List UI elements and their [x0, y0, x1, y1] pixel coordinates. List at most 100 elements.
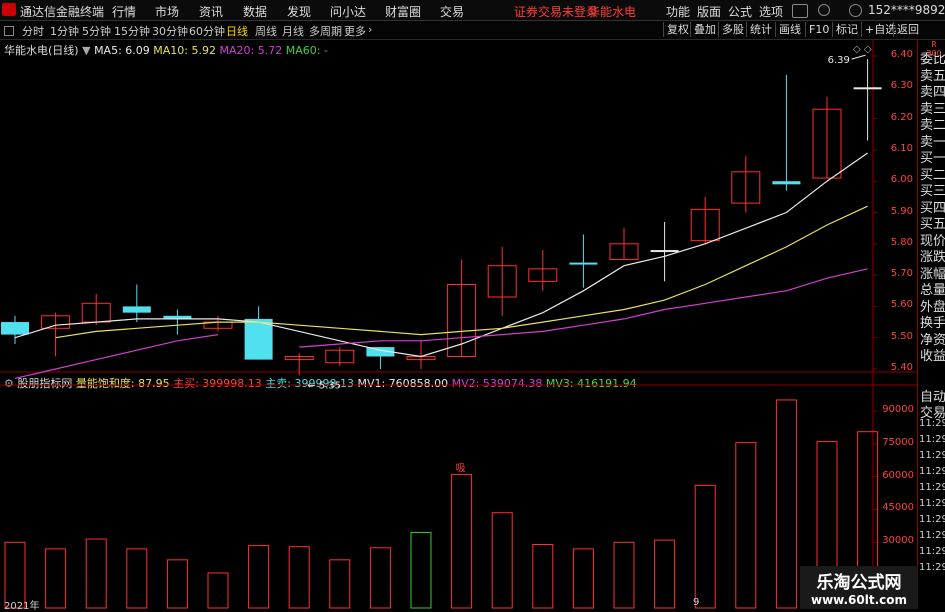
time-tick-label: 11:29 — [919, 418, 945, 429]
chevron-right-icon[interactable]: › — [368, 23, 372, 36]
volume-bar — [166, 559, 188, 609]
volume-bar — [735, 442, 757, 609]
volume-bar — [613, 541, 635, 609]
stats-button[interactable]: 统计 — [746, 22, 775, 37]
volume-tick-label: 45000 — [882, 502, 914, 514]
candle-body — [650, 250, 679, 253]
back-button[interactable]: 返回 — [893, 22, 922, 37]
volume-bar — [775, 399, 797, 609]
menu-layout[interactable]: 版面 — [697, 3, 721, 20]
volume-bar — [410, 531, 432, 609]
volume-tick-label: 75000 — [882, 436, 914, 448]
time-tick-label: 11:29 — [919, 482, 945, 493]
multi-stock-button[interactable]: 多股 — [718, 22, 747, 37]
candle-body — [1, 322, 29, 335]
app-name: 通达信金融终端 — [20, 5, 105, 19]
volume-bar — [532, 543, 554, 609]
stock-name: 华能水电 — [588, 5, 637, 19]
panel-corner-label: R 300 — [926, 40, 942, 58]
price-tick-label: 6.20 — [890, 111, 913, 123]
user-account[interactable]: 152****9892 — [868, 3, 945, 17]
tab-period-weekly[interactable]: 周线 — [255, 23, 277, 39]
watermark-title: 乐淘公式网 — [816, 573, 902, 593]
volume-bar — [85, 538, 107, 609]
period-toolbar: 分时 1分钟 5分钟 15分钟 30分钟 60分钟 日线 周线 月线 多周期 更… — [0, 21, 945, 40]
help-icon[interactable] — [818, 4, 830, 16]
volume-bar — [572, 548, 594, 609]
volume-bar — [207, 572, 229, 609]
app-logo-icon — [2, 3, 16, 16]
menu-market[interactable]: 市场 — [155, 3, 179, 20]
time-tick-label: 11:29 — [919, 466, 945, 477]
price-tick-label: 6.10 — [890, 142, 913, 154]
menu-trade[interactable]: 交易 — [440, 3, 464, 20]
volume-bar — [329, 559, 351, 609]
time-tick-label: 11:29 — [919, 562, 945, 573]
candle-body — [569, 262, 598, 265]
x-axis-month: 9 — [693, 597, 700, 608]
f10-button[interactable]: F10 — [805, 22, 832, 37]
user-icon[interactable] — [849, 4, 862, 17]
volume-bar — [288, 546, 310, 609]
price-tick-label: 5.80 — [890, 236, 913, 248]
price-tick-label: 6.40 — [890, 49, 913, 60]
x-axis-year: 2021年 — [4, 601, 40, 612]
tab-period-intraday[interactable]: 分时 — [22, 23, 44, 39]
volume-bar — [694, 484, 716, 609]
menu-data[interactable]: 数据 — [243, 3, 267, 20]
price-tick-label: 5.50 — [890, 330, 913, 342]
high-price-label: 6.39 — [828, 55, 850, 66]
tab-period-monthly[interactable]: 月线 — [282, 23, 304, 39]
top-menu-bar: 通达信金融终端 行情 市场 资讯 数据 发现 问小达 财富圈 交易 证券交易未登… — [0, 0, 945, 21]
price-tick-label: 5.40 — [890, 362, 913, 373]
menu-news[interactable]: 资讯 — [199, 3, 223, 20]
overlay-button[interactable]: 叠加 — [690, 22, 719, 37]
adjust-button[interactable]: 复权 — [663, 22, 692, 37]
time-tick-label: 11:29 — [919, 514, 945, 525]
watermark-url: www.60lt.com — [810, 593, 908, 607]
price-tick-label: 5.90 — [890, 205, 913, 217]
chart-canvas: 吸 6.39 ← 5.35 ◇ ◇ — [0, 40, 917, 609]
volume-bar — [369, 547, 391, 609]
volume-bar — [45, 548, 67, 609]
tab-period-multi[interactable]: 多周期 — [309, 23, 342, 39]
menu-function[interactable]: 功能 — [666, 3, 690, 20]
menu-discover[interactable]: 发现 — [287, 3, 311, 20]
menu-wealth[interactable]: 财富圈 — [385, 3, 421, 20]
tab-period-daily[interactable]: 日线 — [226, 23, 248, 39]
watermark: 乐淘公式网 www.60lt.com — [800, 566, 918, 609]
price-tick-label: 5.70 — [890, 268, 913, 280]
draw-line-button[interactable]: 画线 — [775, 22, 804, 37]
volume-tick-label: 30000 — [882, 535, 914, 547]
menu-formula[interactable]: 公式 — [728, 3, 752, 20]
price-tick-label: 6.30 — [890, 80, 913, 92]
price-tick-label: 6.00 — [890, 174, 913, 186]
time-tick-label: 11:29 — [919, 450, 945, 461]
tab-period-1min[interactable]: 1分钟 — [50, 23, 79, 39]
ma-line-ma20 — [14, 268, 868, 379]
tab-period-30min[interactable]: 30分钟 — [152, 23, 188, 39]
ma-line-ma5 — [14, 152, 868, 358]
candle-body — [772, 181, 801, 185]
volume-bar — [248, 545, 270, 609]
high-price-arrow — [851, 54, 866, 60]
volume-tick-label: 60000 — [882, 469, 914, 481]
login-notice[interactable]: 证券交易未登录 — [514, 3, 598, 20]
volume-bar — [126, 548, 148, 609]
time-tick-label: 11:29 — [919, 530, 945, 541]
low-price-label: ← 5.35 — [307, 381, 341, 392]
mark-button[interactable]: 标记 — [832, 22, 861, 37]
menu-ask[interactable]: 问小达 — [330, 3, 366, 20]
layout-icon[interactable] — [4, 26, 14, 36]
tab-period-60min[interactable]: 60分钟 — [189, 23, 225, 39]
tab-period-more[interactable]: 更多 — [344, 23, 366, 39]
message-icon[interactable] — [792, 4, 808, 18]
menu-quotes[interactable]: 行情 — [112, 3, 136, 20]
volume-bar — [654, 539, 676, 609]
time-tick-label: 11:29 — [919, 546, 945, 557]
tab-period-15min[interactable]: 15分钟 — [114, 23, 150, 39]
chart-settings-icon: ◇ ◇ — [853, 44, 872, 55]
quote-field-label[interactable]: 收益 — [920, 345, 945, 364]
tab-period-5min[interactable]: 5分钟 — [82, 23, 111, 39]
menu-options[interactable]: 选项 — [759, 3, 783, 20]
